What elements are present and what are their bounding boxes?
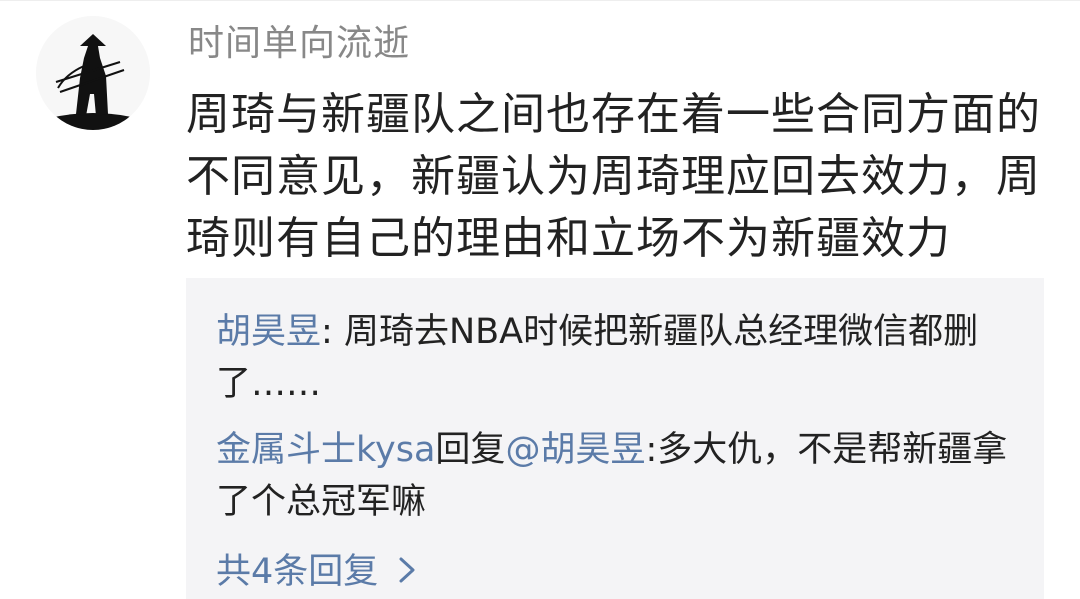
- more-replies-link[interactable]: 共4条回复: [216, 546, 417, 598]
- ronin-silhouette-icon: [36, 16, 150, 130]
- reply-target-link[interactable]: @胡昊昱: [505, 430, 645, 470]
- comment-card: 时间单向流逝 周琦与新疆队之间也存在着一些合同方面的不同意见，新疆认为周琦理应回…: [0, 0, 1080, 599]
- replies-panel[interactable]: 胡昊昱: 周琦去NBA时候把新疆队总经理微信都删了…… 金属斗士kysa回复@胡…: [186, 278, 1044, 599]
- avatar[interactable]: [36, 16, 150, 130]
- reply-separator: :: [321, 312, 344, 352]
- reply-item: 金属斗士kysa回复@胡昊昱:多大仇，不是帮新疆拿了个总冠军嘛: [216, 424, 1016, 528]
- comment-body: 周琦与新疆队之间也存在着一些合同方面的不同意见，新疆认为周琦理应回去效力，周琦则…: [186, 89, 1041, 264]
- more-replies-label: 共4条回复: [216, 552, 379, 592]
- reply-word: 回复: [435, 430, 506, 470]
- reply-separator: :: [645, 430, 658, 470]
- comment-author[interactable]: 时间单向流逝: [188, 22, 410, 66]
- reply-author-link[interactable]: 金属斗士kysa: [216, 430, 435, 470]
- divider: [0, 0, 1080, 1]
- reply-author-link[interactable]: 胡昊昱: [216, 312, 321, 352]
- chevron-right-icon: [399, 557, 415, 583]
- reply-item: 胡昊昱: 周琦去NBA时候把新疆队总经理微信都删了……: [216, 306, 1016, 410]
